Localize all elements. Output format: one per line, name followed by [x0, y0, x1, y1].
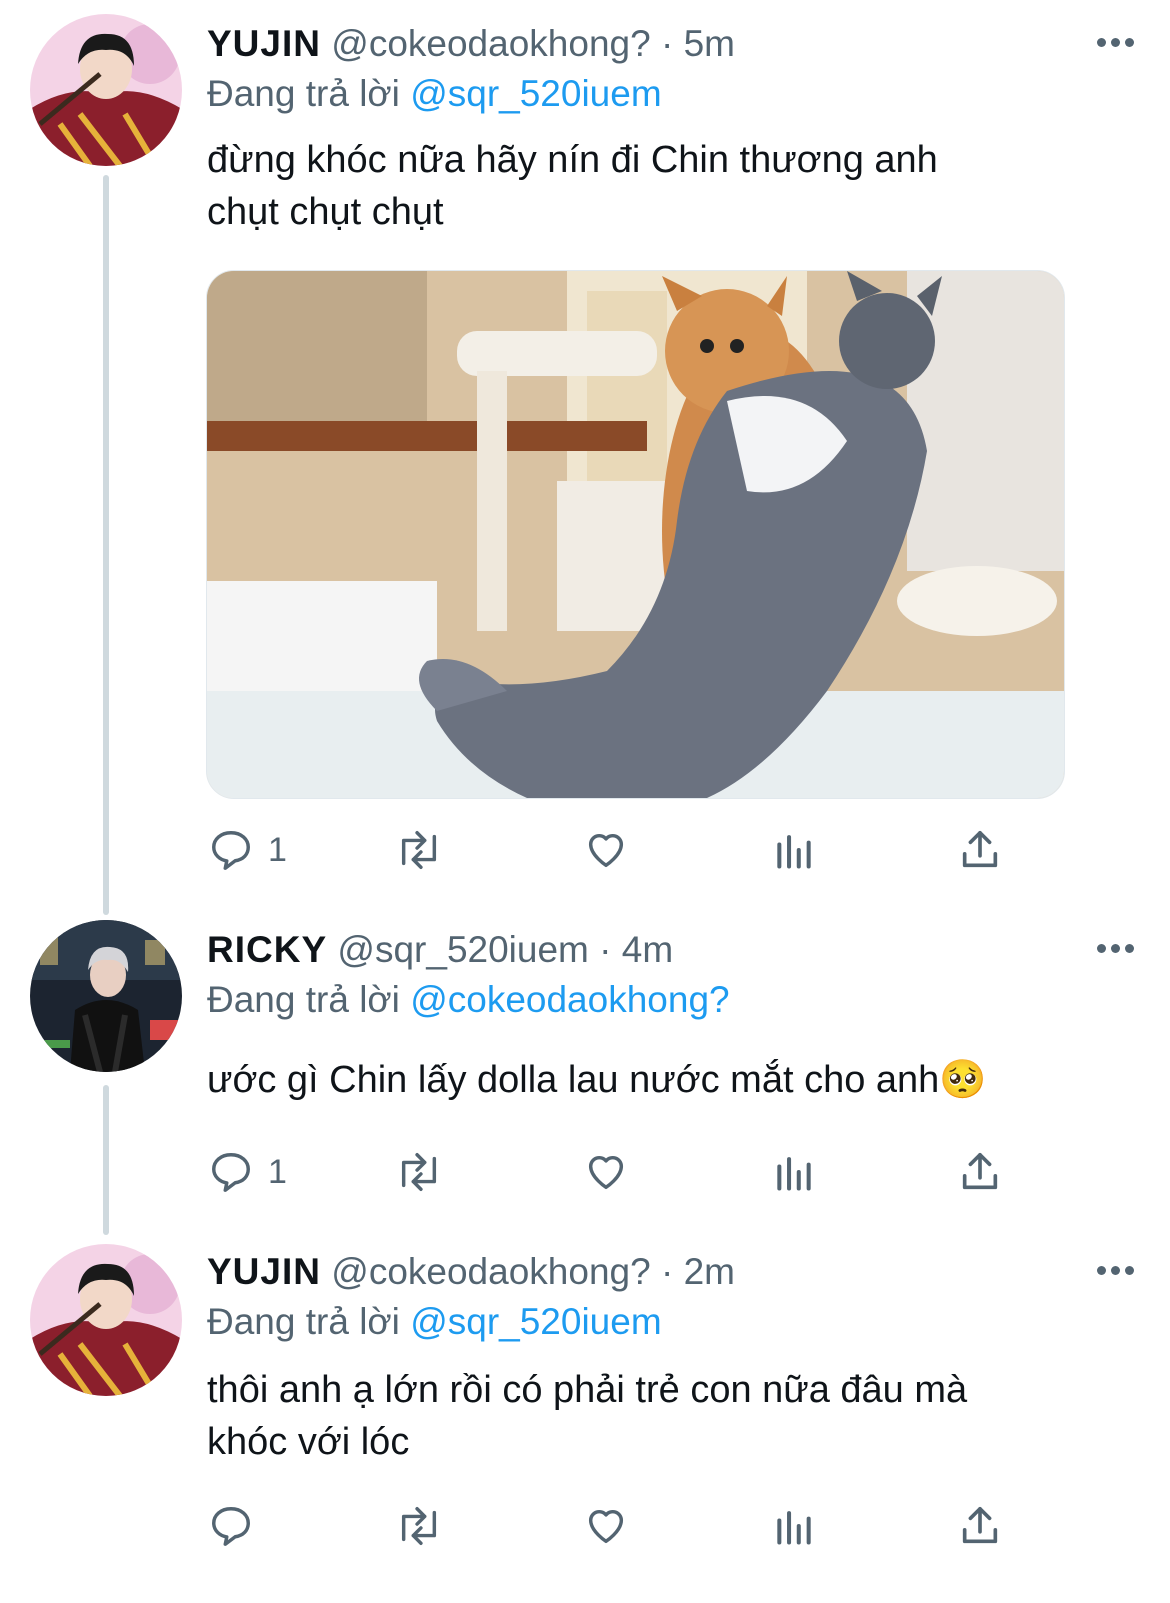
heart-icon — [588, 1509, 624, 1544]
more-options-icon[interactable] — [1090, 922, 1140, 974]
reply-count: 1 — [268, 1152, 287, 1191]
tweet[interactable]: YUJIN @cokeodaokhong? · 2m Đang trả lời … — [0, 1230, 1170, 1603]
retweet-icon — [401, 1507, 437, 1545]
separator: · — [599, 929, 612, 970]
tweet-text: thôi anh ạ lớn rồi có phải trẻ con nữa đ… — [207, 1364, 1070, 1468]
tweet[interactable]: RICKY @sqr_520iuem · 4m Đang trả lời @co… — [0, 906, 1170, 1226]
reply-mention-link[interactable]: @cokeodaokhong? — [410, 979, 729, 1020]
tweet-text-line: ước gì Chin lấy dolla lau nước mắt cho a… — [207, 1059, 987, 1101]
share-icon — [962, 1152, 998, 1190]
share-button[interactable] — [957, 1142, 1003, 1202]
like-button[interactable] — [582, 820, 630, 880]
more-options-icon[interactable] — [1090, 1244, 1140, 1296]
share-icon — [962, 1506, 998, 1544]
tweet-text-line: khóc với lóc — [207, 1421, 410, 1463]
user-handle[interactable]: @sqr_520iuem — [337, 929, 588, 970]
analytics-button[interactable] — [772, 1142, 816, 1202]
retweet-button[interactable] — [392, 820, 446, 880]
user-handle[interactable]: @cokeodaokhong? — [331, 1251, 650, 1292]
display-name[interactable]: YUJIN — [207, 23, 321, 64]
tweet-text-line: chụt chụt chụt — [207, 191, 444, 233]
reply-mention-link[interactable]: @sqr_520iuem — [410, 1301, 661, 1342]
avatar[interactable] — [30, 14, 182, 166]
reply-button[interactable]: 1 — [208, 1142, 287, 1202]
analytics-icon — [777, 1157, 811, 1191]
tweet-media-image[interactable] — [206, 270, 1065, 799]
reply-button[interactable] — [208, 1496, 268, 1556]
share-icon — [962, 830, 998, 868]
avatar[interactable] — [30, 1244, 182, 1396]
reply-icon — [212, 1507, 250, 1546]
avatar[interactable] — [30, 920, 182, 1072]
heart-icon — [588, 833, 624, 868]
retweet-icon — [401, 1153, 437, 1191]
reply-prefix: Đang trả lời — [207, 1301, 400, 1342]
retweet-button[interactable] — [392, 1142, 446, 1202]
tweet[interactable]: YUJIN @cokeodaokhong? · 5m Đang trả lời … — [0, 0, 1170, 900]
reply-count: 1 — [268, 830, 287, 869]
reply-button[interactable]: 1 — [208, 820, 287, 880]
like-button[interactable] — [582, 1142, 630, 1202]
analytics-button[interactable] — [772, 820, 816, 880]
reply-prefix: Đang trả lời — [207, 73, 400, 114]
separator: · — [660, 1251, 674, 1292]
tweet-text: ước gì Chin lấy dolla lau nước mắt cho a… — [207, 1054, 1070, 1106]
analytics-icon — [777, 1511, 811, 1545]
analytics-icon — [777, 835, 811, 869]
separator: · — [660, 23, 674, 64]
reply-mention-link[interactable]: @sqr_520iuem — [410, 73, 661, 114]
analytics-button[interactable] — [772, 1496, 816, 1556]
tweet-text-line: đừng khóc nữa hãy nín đi Chin thương anh — [207, 139, 938, 181]
share-button[interactable] — [957, 820, 1003, 880]
reply-prefix: Đang trả lời — [207, 979, 400, 1020]
tweet-text-line: thôi anh ạ lớn rồi có phải trẻ con nữa đ… — [207, 1369, 968, 1411]
tweet-text: đừng khóc nữa hãy nín đi Chin thương anh… — [207, 134, 1070, 238]
more-options-icon[interactable] — [1090, 16, 1140, 68]
reply-icon — [212, 1153, 250, 1192]
reply-icon — [212, 831, 250, 870]
share-button[interactable] — [957, 1496, 1003, 1556]
timestamp[interactable]: 2m — [684, 1251, 735, 1292]
like-button[interactable] — [582, 1496, 630, 1556]
user-handle[interactable]: @cokeodaokhong? — [331, 23, 650, 64]
retweet-button[interactable] — [392, 1496, 446, 1556]
timestamp[interactable]: 4m — [622, 929, 673, 970]
retweet-icon — [401, 831, 437, 869]
display-name[interactable]: YUJIN — [207, 1251, 321, 1292]
heart-icon — [588, 1155, 624, 1190]
timestamp[interactable]: 5m — [684, 23, 735, 64]
display-name[interactable]: RICKY — [207, 929, 327, 970]
